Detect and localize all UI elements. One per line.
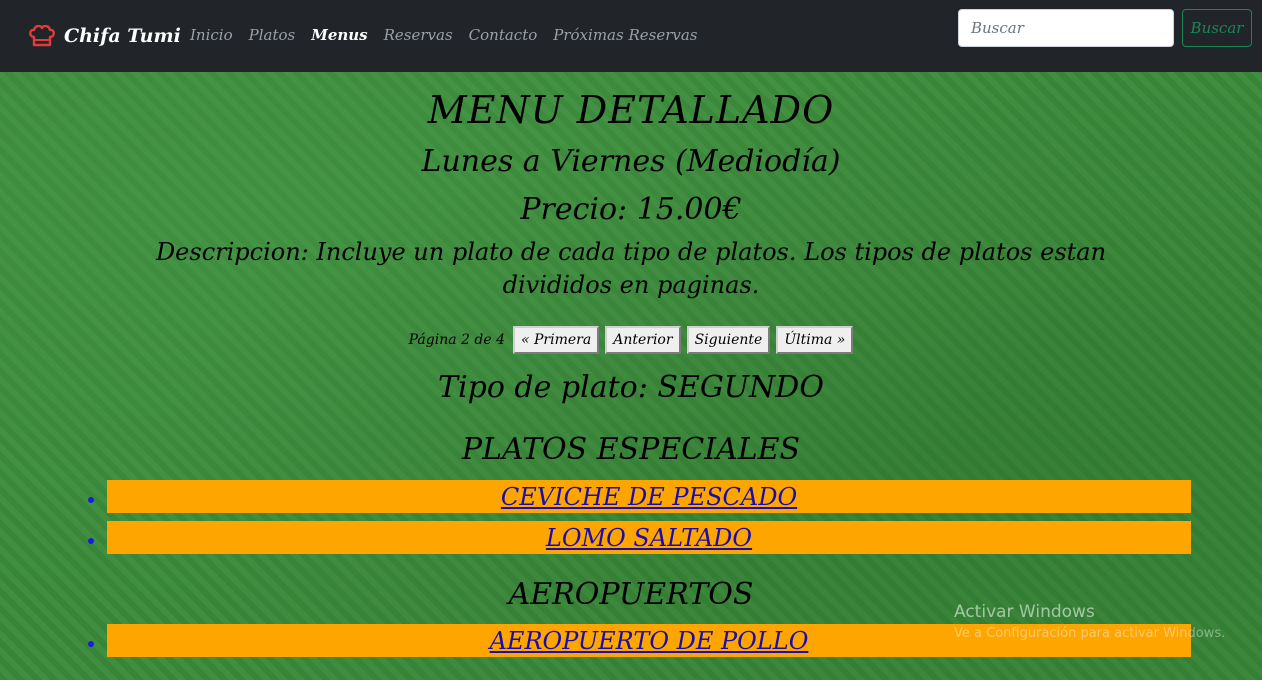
watermark-title: Activar Windows [954,602,1095,622]
pagination: Página 2 de 4 « Primera Anterior Siguien… [0,326,1262,354]
navbar: Chifa Tumi Inicio Platos Menus Reservas … [0,0,1262,72]
dish-type-heading: Tipo de plato: SEGUNDO [438,370,824,405]
dish-link-ceviche-de-pescado[interactable]: CEVICHE DE PESCADO [501,483,797,511]
previous-page-button[interactable]: Anterior [605,326,681,354]
nav-link-contacto[interactable]: Contacto [469,26,538,44]
list-item: CEVICHE DE PESCADO [88,480,1191,513]
search-input[interactable] [958,9,1174,47]
brand-link[interactable]: Chifa Tumi [28,22,181,50]
bullet-icon [88,641,94,647]
nav-link-reservas[interactable]: Reservas [384,26,453,44]
page-info: Página 2 de 4 [408,332,505,348]
nav-link-inicio[interactable]: Inicio [190,26,233,44]
last-page-button[interactable]: Última » [776,326,854,354]
nav-link-menus[interactable]: Menus [311,26,367,44]
first-page-button[interactable]: « Primera [513,326,600,354]
nav-links: Inicio Platos Menus Reservas Contacto Pr… [190,26,697,44]
search-button[interactable]: Buscar [1182,9,1252,47]
next-page-button[interactable]: Siguiente [686,326,771,354]
menu-description: Descripcion: Incluye un plato de cada ti… [155,238,1107,299]
bullet-icon [88,538,94,544]
nav-link-proximas-reservas[interactable]: Próximas Reservas [553,26,697,44]
page-title: MENU DETALLADO [427,88,835,132]
menu-schedule: Lunes a Viernes (Mediodía) [421,144,841,179]
list-item: LOMO SALTADO [88,521,1191,554]
chef-hat-icon [28,25,56,47]
menu-price: Precio: 15.00€ [520,192,742,227]
dish-link-lomo-saltado[interactable]: LOMO SALTADO [546,524,752,552]
brand-name: Chifa Tumi [64,25,181,47]
dish-list-platos-especiales: CEVICHE DE PESCADO LOMO SALTADO [88,480,1191,562]
activation-watermark: Activar Windows Ve a Configuración para … [954,602,1225,641]
bullet-icon [88,497,94,503]
nav-link-platos[interactable]: Platos [249,26,296,44]
dish-link-aeropuerto-de-pollo[interactable]: AEROPUERTO DE POLLO [490,627,809,655]
section-title-platos-especiales: PLATOS ESPECIALES [461,432,801,467]
watermark-subtitle: Ve a Configuración para activar Windows. [954,626,1226,641]
